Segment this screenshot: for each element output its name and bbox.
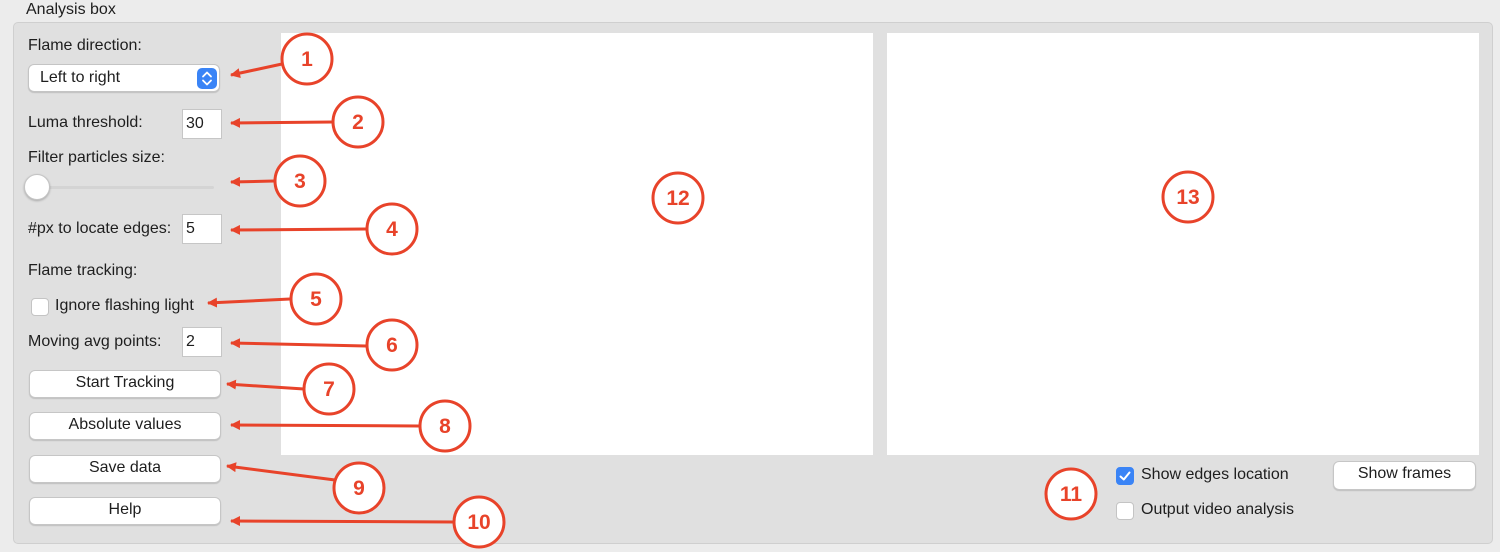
annotation-arrow-8 [230,420,420,431]
annotation-arrow-3 [230,176,275,187]
annotation-label-9: 9 [353,477,365,500]
annotation-label-6: 6 [386,334,398,357]
annotation-label-3: 3 [294,170,306,193]
annotation-arrow-5 [207,297,291,308]
annotation-arrow-1 [230,62,283,78]
annotation-arrow-7 [226,379,305,391]
annotation-label-11: 11 [1060,483,1083,506]
annotation-label-2: 2 [352,111,364,134]
annotation-arrow-10 [230,516,455,527]
annotation-arrow-2 [230,117,334,128]
annotation-label-8: 8 [439,415,451,438]
annotation-label-13: 13 [1176,186,1199,209]
annotation-arrow-9 [226,462,336,482]
annotation-label-4: 4 [386,218,398,241]
annotation-label-5: 5 [310,288,322,311]
annotation-overlay: 1 2 3 4 5 6 7 8 9 10 11 12 13 [207,32,1215,549]
annotation-label-12: 12 [666,187,689,210]
annotation-label-10: 10 [467,511,490,534]
annotation-label-7: 7 [323,378,335,401]
annotation-arrow-4 [230,224,367,235]
annotation-label-1: 1 [301,48,313,71]
annotation-arrow-6 [230,338,367,349]
